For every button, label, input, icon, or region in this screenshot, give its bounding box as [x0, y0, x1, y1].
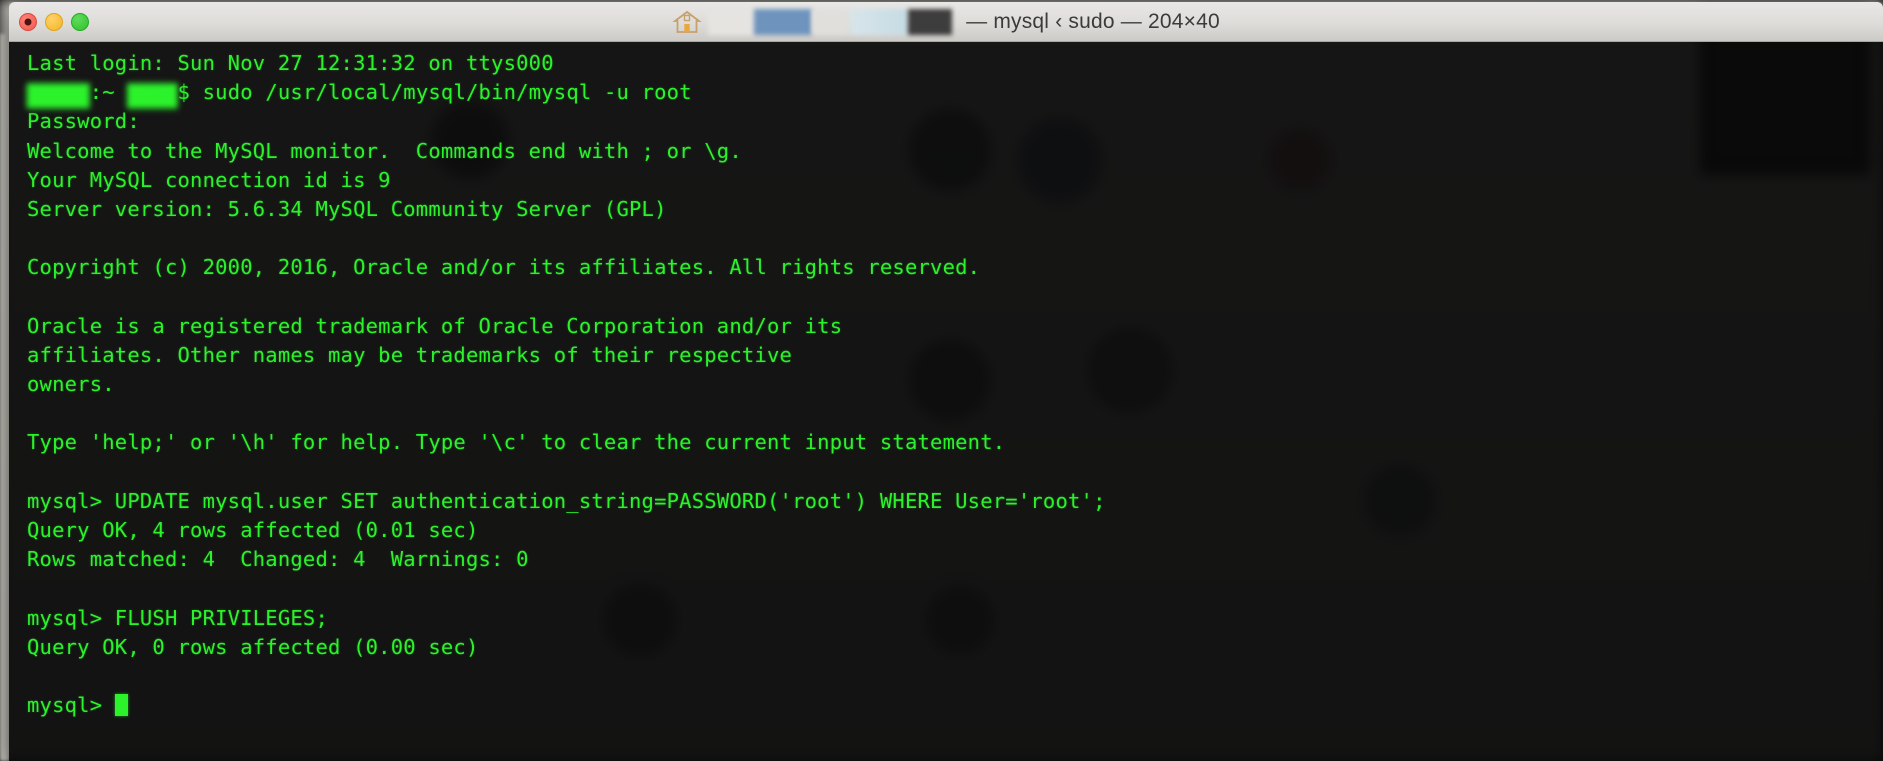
- window-titlebar[interactable]: — mysql ‹ sudo — 204×40: [9, 2, 1883, 42]
- terminal-line-text: Type 'help;' or '\h' for help. Type '\c'…: [27, 430, 1006, 455]
- terminal-line: Copyright (c) 2000, 2016, Oracle and/or …: [27, 253, 1883, 282]
- titlebar-blur-item-1: [708, 8, 755, 35]
- terminal-line-text: Rows matched: 4 Changed: 4 Warnings: 0: [27, 547, 529, 572]
- terminal-line-text: Server version: 5.6.34 MySQL Community S…: [27, 196, 667, 221]
- terminal-line: Welcome to the MySQL monitor. Commands e…: [27, 137, 1883, 166]
- terminal-line-text: Oracle is a registered trademark of Orac…: [27, 313, 843, 338]
- terminal-line: Oracle is a registered trademark of Orac…: [27, 312, 1883, 341]
- terminal-line: affiliates. Other names may be trademark…: [27, 341, 1883, 370]
- terminal-line: Query OK, 4 rows affected (0.01 sec): [27, 516, 1883, 545]
- prompt-symbol: $: [177, 80, 191, 105]
- terminal-line-text: mysql> FLUSH PRIVILEGES;: [27, 605, 329, 630]
- terminal-output: Last login: Sun Nov 27 12:31:32 on ttys0…: [27, 49, 1883, 720]
- terminal-line-text: affiliates. Other names may be trademark…: [27, 342, 793, 367]
- terminal-line: █████:~ ████$ sudo /usr/local/mysql/bin/…: [27, 78, 1883, 112]
- terminal-line-text: Your MySQL connection id is 9: [27, 167, 391, 192]
- titlebar-blur-item-4: [850, 8, 909, 35]
- terminal-line-text: Welcome to the MySQL monitor. Commands e…: [27, 138, 742, 163]
- close-button[interactable]: [19, 12, 37, 31]
- terminal-line: owners.: [27, 370, 1883, 399]
- terminal-line: Rows matched: 4 Changed: 4 Warnings: 0: [27, 545, 1883, 574]
- home-icon: [672, 9, 702, 35]
- titlebar-blur-item-3: [812, 8, 851, 35]
- traffic-light-buttons[interactable]: [9, 12, 89, 31]
- terminal-line-text: Copyright (c) 2000, 2016, Oracle and/or …: [27, 255, 981, 280]
- terminal-window[interactable]: — mysql ‹ sudo — 204×40 Last login: Sun …: [9, 2, 1883, 761]
- titlebar-center: — mysql ‹ sudo — 204×40: [9, 2, 1883, 41]
- terminal-line-text: mysql>: [27, 693, 115, 718]
- prompt-path: :~: [89, 80, 128, 105]
- terminal-line-text: Password:: [27, 109, 140, 134]
- terminal-line: mysql>: [27, 691, 1883, 720]
- terminal-line: Password:: [27, 107, 1883, 136]
- terminal-line-text: Last login: Sun Nov 27 12:31:32 on ttys0…: [27, 51, 554, 75]
- redacted-hostname: █████: [27, 82, 90, 112]
- terminal-body[interactable]: Last login: Sun Nov 27 12:31:32 on ttys0…: [9, 42, 1883, 761]
- terminal-line: mysql> UPDATE mysql.user SET authenticat…: [27, 487, 1883, 516]
- titlebar-blurred-items: [672, 8, 953, 35]
- terminal-line-text: Query OK, 0 rows affected (0.00 sec): [27, 634, 479, 659]
- terminal-line-text: owners.: [27, 372, 115, 397]
- terminal-line-text: mysql> UPDATE mysql.user SET authenticat…: [27, 488, 1106, 513]
- terminal-line-text: Query OK, 4 rows affected (0.01 sec): [27, 518, 479, 542]
- text-cursor: [114, 694, 128, 717]
- terminal-line: Last login: Sun Nov 27 12:31:32 on ttys0…: [27, 49, 1883, 78]
- titlebar-blur-item-2: [754, 8, 813, 35]
- window-title: — mysql ‹ sudo — 204×40: [966, 9, 1220, 33]
- shell-command: sudo /usr/local/mysql/bin/mysql -u root: [190, 80, 692, 105]
- terminal-line: mysql> FLUSH PRIVILEGES;: [27, 604, 1883, 633]
- terminal-line: Your MySQL connection id is 9: [27, 166, 1883, 195]
- terminal-line: Query OK, 0 rows affected (0.00 sec): [27, 633, 1883, 662]
- desktop-left-sliver: [0, 34, 9, 761]
- redacted-username: ████: [127, 82, 178, 112]
- terminal-line: Type 'help;' or '\h' for help. Type '\c'…: [27, 428, 1883, 457]
- minimize-button[interactable]: [45, 12, 63, 31]
- terminal-line: Server version: 5.6.34 MySQL Community S…: [27, 195, 1883, 224]
- titlebar-blur-item-5: [908, 8, 953, 35]
- maximize-button[interactable]: [71, 12, 89, 31]
